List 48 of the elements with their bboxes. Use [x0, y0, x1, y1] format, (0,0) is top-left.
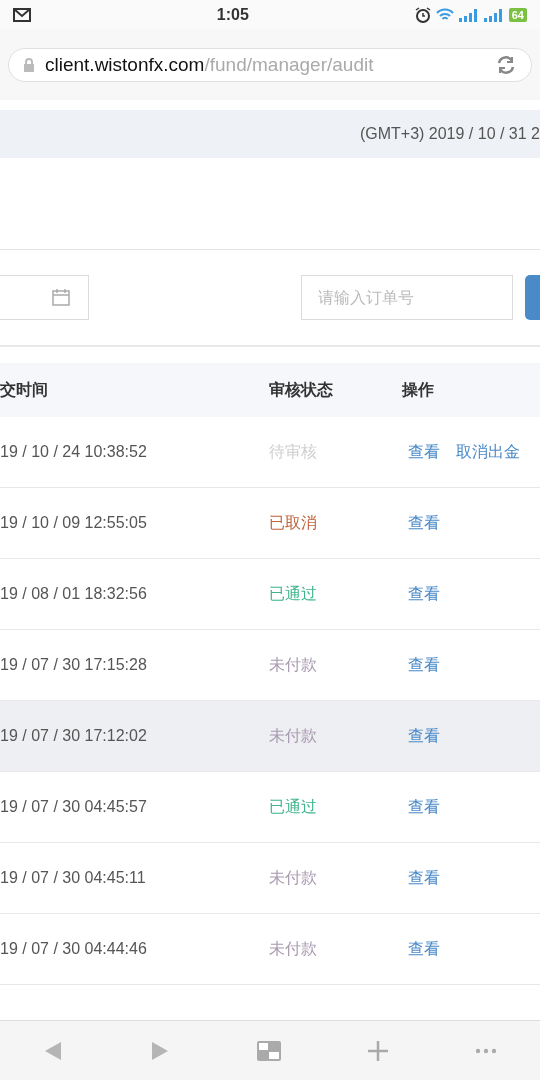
wifi-icon [435, 8, 454, 22]
order-number-field[interactable]: 请输入订单号 [301, 275, 513, 320]
signal-icon [483, 8, 504, 22]
column-header: 交时间 [0, 380, 49, 400]
clock-time: 1:05 [216, 5, 249, 25]
action-link[interactable]: 查看 [408, 866, 440, 890]
status-text: 未付款 [269, 726, 318, 746]
search-button[interactable] [525, 275, 540, 320]
url-path: /fund/manager/audit [204, 53, 374, 75]
action-link[interactable]: 查看 [408, 511, 440, 535]
address-bar[interactable]: client.wistonfx.com/fund/manager/audit [8, 48, 532, 82]
action-link[interactable]: 查看 [408, 795, 440, 819]
column-header: 操作 [402, 380, 434, 400]
action-link[interactable]: 取消出金 [456, 440, 520, 464]
signal-icon [458, 8, 479, 22]
table-row[interactable]: 19 / 07 / 30 17:12:02 未付款 查看 [0, 701, 540, 772]
table-cell-text: 19 / 07 / 30 17:15:28 [0, 655, 148, 675]
server-time: (GMT+3) 2019 / 10 / 31 2 [359, 124, 540, 144]
calendar-icon [52, 289, 70, 306]
column-header: 审核状态 [269, 380, 334, 400]
lock-icon [23, 58, 35, 72]
back-icon[interactable] [43, 1040, 64, 1061]
action-link[interactable]: 查看 [408, 440, 440, 464]
table-cell-text: 19 / 10 / 24 10:38:52 [0, 442, 148, 462]
action-link[interactable]: 查看 [408, 582, 440, 606]
reload-icon[interactable] [495, 54, 517, 76]
table-cell-text: 19 / 07 / 30 04:45:57 [0, 797, 148, 817]
status-text: 已取消 [269, 513, 318, 533]
more-icon[interactable] [474, 1047, 497, 1054]
battery-level: 64 [508, 8, 527, 22]
alarm-icon [414, 7, 431, 23]
action-link[interactable]: 查看 [408, 937, 440, 961]
table-cell-text: 19 / 10 / 09 12:55:05 [0, 513, 148, 533]
action-link[interactable]: 查看 [408, 653, 440, 677]
url-host: client.wistonfx.com [45, 53, 205, 75]
table-cell-text: 19 / 07 / 30 04:44:46 [0, 939, 148, 959]
mail-icon [13, 8, 31, 22]
plus-icon[interactable] [367, 1040, 388, 1061]
status-text: 已通过 [269, 797, 318, 817]
date-field[interactable] [0, 275, 89, 320]
status-text: 未付款 [269, 655, 318, 675]
table-cell-text: 19 / 07 / 30 04:45:11 [0, 868, 147, 888]
status-text: 已通过 [269, 584, 318, 604]
status-text: 未付款 [269, 868, 318, 888]
tabs-icon[interactable] [257, 1040, 281, 1061]
table-cell-text: 19 / 07 / 30 17:12:02 [0, 726, 148, 746]
status-text: 未付款 [269, 939, 318, 959]
table-cell-text: 19 / 08 / 01 18:32:56 [0, 584, 148, 604]
